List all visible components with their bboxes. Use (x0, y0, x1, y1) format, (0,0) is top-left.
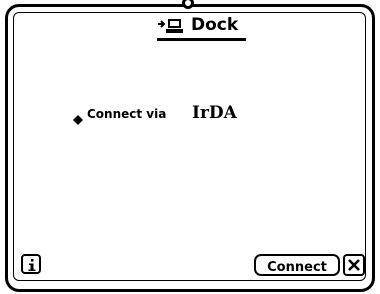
connect-via-label: Connect via (87, 107, 167, 121)
close-icon (348, 259, 360, 271)
dialog-title-text: Dock (191, 15, 239, 35)
info-button[interactable] (21, 254, 41, 274)
connection-method-picker[interactable]: IrDA (192, 103, 237, 123)
dialog-title: Dock (157, 15, 247, 42)
diamond-icon (73, 110, 83, 125)
title-underline (157, 38, 246, 41)
connect-button[interactable]: Connect (254, 254, 340, 276)
connect-button-label: Connect (267, 260, 327, 275)
dock-icon (157, 18, 185, 34)
newton-screen: Dock Connect via IrDA Connect (0, 0, 380, 294)
dialog-inner-frame (13, 12, 366, 281)
info-icon (28, 259, 36, 271)
close-button[interactable] (343, 254, 365, 276)
